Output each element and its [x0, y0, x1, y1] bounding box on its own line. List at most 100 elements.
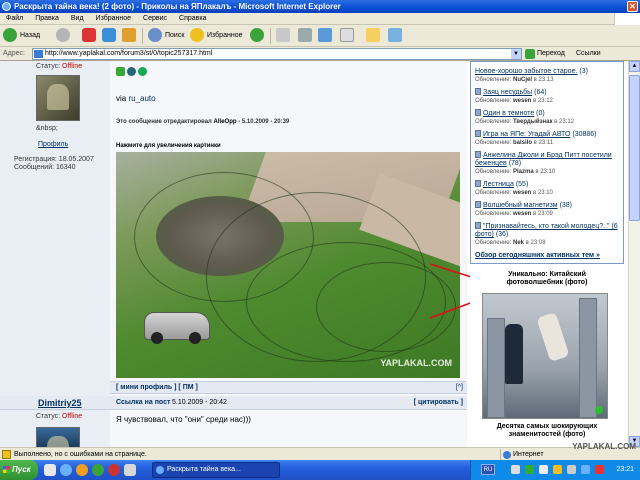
- topic-title[interactable]: Анжелина Джоли и Брэд Питт посетили беже…: [475, 152, 612, 167]
- quicklaunch-app-icon[interactable]: [92, 464, 104, 476]
- topic-update: Обновление: wesen в 23:12: [475, 98, 553, 104]
- post-photo[interactable]: YAPLAKAL.COM: [116, 152, 460, 378]
- menu-edit[interactable]: Правка: [29, 13, 65, 25]
- menu-file[interactable]: Файл: [0, 13, 29, 25]
- quicklaunch-desktop-icon[interactable]: [44, 464, 56, 476]
- quicklaunch-media-icon[interactable]: [76, 464, 88, 476]
- edit-button[interactable]: [340, 28, 357, 44]
- menu-tools[interactable]: Сервис: [137, 13, 173, 25]
- topic-update-user: wesen: [512, 211, 532, 217]
- print-button[interactable]: [298, 28, 315, 44]
- promo-image-1[interactable]: [482, 293, 608, 419]
- avatar-caption: &nbsp;: [36, 125, 58, 132]
- via-label: via: [116, 94, 127, 103]
- topic-update: Обновление: balsilo в 23:11: [475, 140, 553, 146]
- quicklaunch-opera-icon[interactable]: [108, 464, 120, 476]
- mail-button[interactable]: [276, 28, 293, 44]
- language-indicator[interactable]: RU: [481, 464, 495, 475]
- address-input[interactable]: http://www.yaplakal.com/forum3/st/0/topi…: [32, 48, 522, 60]
- home-button[interactable]: [122, 28, 139, 44]
- promo-title-1[interactable]: Уникально: Китайский фотоволшебник (фото…: [480, 271, 614, 287]
- via-link[interactable]: ru_auto: [128, 94, 155, 103]
- quote-button[interactable]: [ цитировать ]: [414, 399, 463, 406]
- topic-item[interactable]: Заяц несудьбы (64) Обновление: wesen в 23…: [475, 88, 623, 105]
- tray-icon[interactable]: [595, 465, 604, 474]
- active-topics-overview-link[interactable]: Обзор сегодняшних активных тем »: [475, 252, 600, 259]
- post-permalink[interactable]: Ссылка на пост: [116, 399, 170, 406]
- forward-button[interactable]: [56, 28, 73, 44]
- tray-icon[interactable]: [553, 465, 562, 474]
- topic-update-label: Обновление:: [475, 98, 512, 104]
- topic-item[interactable]: Волшебный магнетизм (38) Обновление: wese…: [475, 201, 623, 218]
- status-bar: Выполнено, но с ошибками на странице. Ин…: [0, 442, 640, 460]
- links-button[interactable]: Ссылки: [576, 48, 601, 60]
- topic-item[interactable]: "Признавайтесь, кто такой молодец?.." (6…: [475, 222, 623, 247]
- post-2-text: Я чувствовал, что "они" среди нас))): [116, 415, 251, 424]
- quicklaunch-ie-icon[interactable]: [60, 464, 72, 476]
- tray-icon[interactable]: [581, 465, 590, 474]
- active-topics-panel: Новое-хорошо забытое старое. (3) Обновлен…: [470, 61, 624, 264]
- menu-favorites[interactable]: Избранное: [90, 13, 137, 25]
- topic-title[interactable]: Игра на ЯПе: Угадай АВТО: [483, 131, 570, 138]
- scroll-up-link[interactable]: [^]: [456, 384, 463, 391]
- topic-doc-icon: [475, 222, 481, 229]
- warning-icon[interactable]: [2, 450, 11, 459]
- topic-update: Обновление: NuCjel в 23:13: [475, 77, 554, 83]
- stop-button[interactable]: [82, 28, 99, 44]
- start-button[interactable]: Пуск: [0, 460, 38, 480]
- search-button[interactable]: Поиск: [148, 28, 184, 44]
- topic-item[interactable]: Новое-хорошо забытое старое. (3) Обновлен…: [475, 68, 623, 84]
- history-button[interactable]: [250, 28, 267, 44]
- scrollbar-thumb[interactable]: [629, 75, 640, 221]
- folder-button[interactable]: [366, 28, 383, 44]
- refresh-button[interactable]: [102, 28, 119, 44]
- scroll-up-icon[interactable]: ▲: [629, 61, 640, 72]
- photo-person: [536, 312, 570, 362]
- topic-doc-icon: [475, 88, 481, 95]
- topic-item[interactable]: Игра на ЯПе: Угадай АВТО (30886) Обновлен…: [475, 130, 623, 147]
- back-button[interactable]: Назад: [3, 28, 40, 44]
- tray-icon[interactable]: [525, 465, 534, 474]
- status-value: Offline: [62, 413, 83, 420]
- profile-link[interactable]: Профиль: [38, 141, 68, 148]
- messenger-button[interactable]: [318, 28, 335, 44]
- topic-title[interactable]: Новое-хорошо забытое старое.: [475, 68, 577, 75]
- topic-item[interactable]: Анжелина Джоли и Брэд Питт посетили беже…: [475, 151, 623, 176]
- topic-update-label: Обновление:: [475, 77, 512, 83]
- tray-icon[interactable]: [511, 465, 520, 474]
- tray-icon[interactable]: [567, 465, 576, 474]
- promo-title-2[interactable]: Десятка самых шокирующих знаменитостей (…: [480, 423, 614, 439]
- taskbar-window-item[interactable]: Раскрыта тайна века...: [152, 462, 280, 478]
- topic-title[interactable]: Волшебный магнетизм: [483, 202, 558, 209]
- karma-icon: [138, 67, 148, 76]
- topic-update: Обновление: Plazma в 23:10: [475, 169, 555, 175]
- topic-count: (78): [508, 160, 522, 167]
- site-watermark: YAPLAKAL.COM: [572, 442, 636, 451]
- topic-update-time: в 23:11: [533, 140, 554, 146]
- research-button[interactable]: [388, 28, 405, 44]
- folder-icon: [366, 28, 380, 43]
- topic-update-label: Обновление:: [475, 119, 512, 125]
- go-button[interactable]: Переход: [525, 48, 565, 60]
- favorites-button[interactable]: Избранное: [190, 28, 242, 44]
- menu-help[interactable]: Справка: [173, 13, 212, 25]
- registration-date: Регистрация: 18.05.2007: [14, 156, 94, 163]
- topic-title[interactable]: Лестница: [483, 181, 514, 188]
- topic-update-user: Твердыйзнак: [512, 119, 553, 125]
- close-button[interactable]: ✕: [627, 1, 638, 12]
- topic-title[interactable]: Один в темноте: [483, 110, 534, 117]
- post-author-link[interactable]: Dimitriy25: [38, 398, 82, 408]
- topic-update-time: в 23:10: [535, 169, 556, 175]
- print-icon: [298, 28, 312, 43]
- topic-update-user: NuCjel: [512, 77, 532, 83]
- quicklaunch-folder-icon[interactable]: [124, 464, 136, 476]
- vertical-scrollbar[interactable]: ▲ ▼: [628, 61, 640, 447]
- topic-title[interactable]: Заяц несудьбы: [483, 89, 532, 96]
- page-content: Статус: Offline &nbsp; Профиль Регистрац…: [0, 61, 640, 447]
- topic-item[interactable]: Один в темноте (0) Обновление: Твердыйзна…: [475, 109, 623, 126]
- tray-icon[interactable]: [539, 465, 548, 474]
- mini-profile-pm-links[interactable]: [ мини профиль ] [ ПМ ]: [116, 384, 198, 391]
- menu-view[interactable]: Вид: [65, 13, 90, 25]
- topic-item[interactable]: Лестница (55) Обновление: wesen в 23:10: [475, 180, 623, 197]
- address-dropdown-icon[interactable]: ▼: [511, 49, 521, 59]
